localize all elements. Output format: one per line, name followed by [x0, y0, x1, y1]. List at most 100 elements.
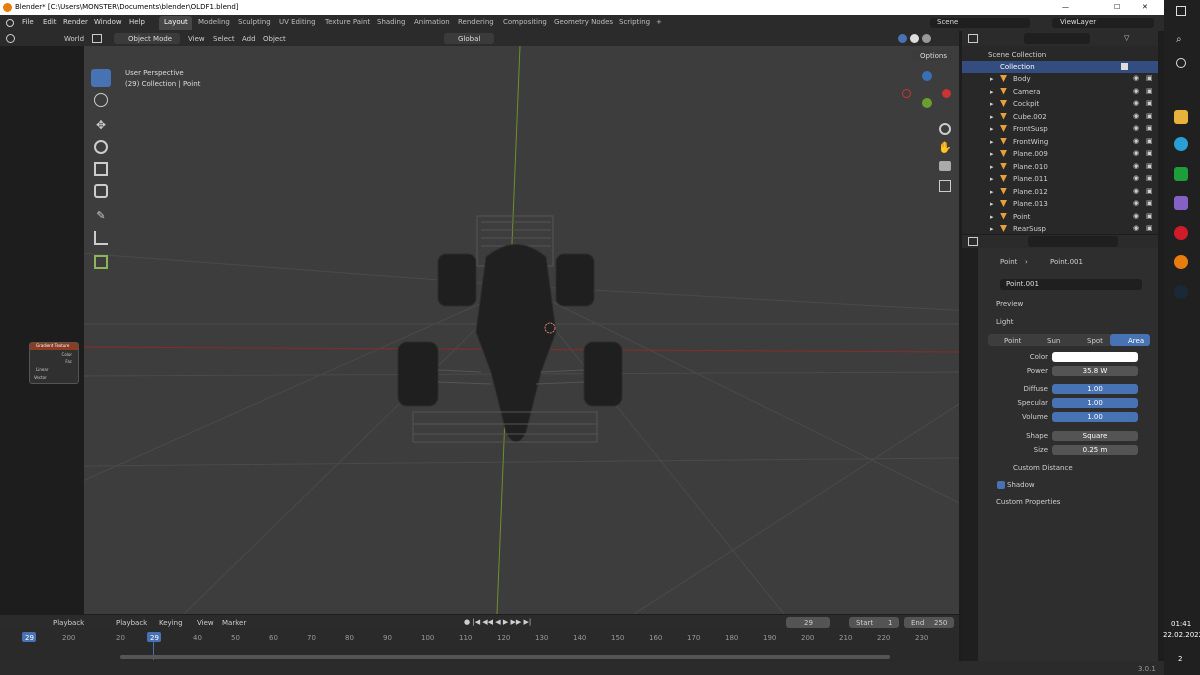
- outliner-item[interactable]: ▸ Cube.002 ◉ ▣: [962, 111, 1158, 123]
- menu-marker[interactable]: Marker: [222, 619, 246, 627]
- tool-cursor-icon[interactable]: [94, 93, 108, 107]
- menu-window[interactable]: Window: [94, 18, 122, 26]
- tab-compositing[interactable]: Compositing: [503, 18, 547, 26]
- outliner-editor-icon[interactable]: [968, 34, 978, 43]
- outliner-item[interactable]: ▸ Point ◉ ▣: [962, 211, 1158, 223]
- blender-menu-icon[interactable]: [6, 19, 14, 27]
- render-camera-icon[interactable]: ▣: [1146, 162, 1153, 170]
- render-camera-icon[interactable]: ▣: [1146, 187, 1153, 195]
- menu-help[interactable]: Help: [129, 18, 145, 26]
- expand-arrow-icon[interactable]: ▸: [990, 100, 994, 108]
- maximize-button[interactable]: ☐: [1114, 3, 1120, 11]
- expand-arrow-icon[interactable]: ▸: [990, 163, 994, 171]
- expand-arrow-icon[interactable]: ▸: [990, 200, 994, 208]
- outliner-item[interactable]: ▸ Body ◉ ▣: [962, 73, 1158, 85]
- render-camera-icon[interactable]: ▣: [1146, 174, 1153, 182]
- taskbar-search-icon[interactable]: ⌕: [1176, 34, 1182, 45]
- taskview-icon[interactable]: [1176, 58, 1186, 68]
- expand-arrow-icon[interactable]: ▸: [990, 188, 994, 196]
- render-camera-icon[interactable]: ▣: [1146, 112, 1153, 120]
- properties-editor-icon[interactable]: [968, 237, 978, 246]
- outliner-item[interactable]: ▸ Camera ◉ ▣: [962, 86, 1158, 98]
- visibility-eye-icon[interactable]: ◉: [1133, 162, 1139, 170]
- light-type-sun[interactable]: Sun: [1047, 337, 1060, 345]
- filter-icon[interactable]: ▽: [1124, 34, 1129, 42]
- tab-rendering[interactable]: Rendering: [458, 18, 494, 26]
- camera-view-icon[interactable]: [939, 161, 951, 171]
- tool-transform-icon[interactable]: [94, 184, 108, 198]
- file-explorer-icon[interactable]: [1174, 110, 1188, 124]
- render-camera-icon[interactable]: ▣: [1146, 212, 1153, 220]
- collection-checkbox-icon[interactable]: [1121, 63, 1128, 70]
- tool-annotate-icon[interactable]: ✎: [94, 209, 108, 223]
- timeline-scrollbar[interactable]: [120, 655, 890, 659]
- expand-arrow-icon[interactable]: ▸: [990, 175, 994, 183]
- visibility-eye-icon[interactable]: ◉: [1133, 199, 1139, 207]
- prop-field-shape[interactable]: Square: [1052, 431, 1138, 441]
- outliner-item[interactable]: ▸ Cockpit ◉ ▣: [962, 98, 1158, 110]
- outliner-scene-collection[interactable]: Scene Collection: [962, 49, 1158, 61]
- expand-arrow-icon[interactable]: ▸: [990, 213, 994, 221]
- gizmo-x-icon[interactable]: [902, 89, 911, 98]
- visibility-eye-icon[interactable]: ◉: [1133, 87, 1139, 95]
- menu-edit[interactable]: Edit: [43, 18, 57, 26]
- tool-add-cube-icon[interactable]: [94, 255, 108, 269]
- expand-arrow-icon[interactable]: ▸: [990, 225, 994, 233]
- visibility-eye-icon[interactable]: ◉: [1133, 112, 1139, 120]
- render-camera-icon[interactable]: ▣: [1146, 124, 1153, 132]
- viewport-editor-icon[interactable]: [92, 34, 102, 43]
- tool-scale-icon[interactable]: [94, 162, 108, 176]
- edge-icon[interactable]: [1174, 137, 1188, 151]
- section-shadow[interactable]: Shadow: [1007, 481, 1035, 489]
- outliner-search-input[interactable]: [1024, 33, 1090, 44]
- shading-solid-icon[interactable]: [898, 34, 907, 43]
- section-preview[interactable]: Preview: [996, 300, 1023, 308]
- light-type-point[interactable]: Point: [1004, 337, 1021, 345]
- tab-texture-paint[interactable]: Texture Paint: [325, 18, 370, 26]
- visibility-eye-icon[interactable]: ◉: [1133, 74, 1139, 82]
- gizmo-z-icon[interactable]: [922, 71, 932, 81]
- tab-layout[interactable]: Layout: [164, 18, 188, 26]
- expand-arrow-icon[interactable]: ▸: [990, 138, 994, 146]
- node-dropdown[interactable]: Linear: [36, 367, 48, 372]
- viewport[interactable]: User Perspective (29) Collection | Point…: [84, 46, 959, 614]
- visual-studio-icon[interactable]: [1174, 196, 1188, 210]
- render-camera-icon[interactable]: ▣: [1146, 99, 1153, 107]
- clock-date[interactable]: 22.02.2022: [1163, 631, 1200, 639]
- opera-icon[interactable]: [1174, 226, 1188, 240]
- menu-view[interactable]: View: [188, 35, 205, 43]
- minimize-button[interactable]: —: [1062, 3, 1069, 11]
- visibility-eye-icon[interactable]: ◉: [1133, 99, 1139, 107]
- visibility-eye-icon[interactable]: ◉: [1133, 149, 1139, 157]
- steam-icon[interactable]: [1174, 285, 1188, 299]
- tab-animation[interactable]: Animation: [414, 18, 450, 26]
- light-type-area[interactable]: Area: [1128, 337, 1144, 345]
- tab-sculpting[interactable]: Sculpting: [238, 18, 271, 26]
- notification-icon[interactable]: 2: [1178, 655, 1182, 663]
- section-custom-properties[interactable]: Custom Properties: [996, 498, 1060, 506]
- expand-arrow-icon[interactable]: ▸: [990, 150, 994, 158]
- outliner-item[interactable]: ▸ FrontWing ◉ ▣: [962, 136, 1158, 148]
- outliner-item[interactable]: ▸ Plane.010 ◉ ▣: [962, 161, 1158, 173]
- section-custom-distance[interactable]: Custom Distance: [1013, 464, 1073, 472]
- render-camera-icon[interactable]: ▣: [1146, 149, 1153, 157]
- render-camera-icon[interactable]: ▣: [1146, 87, 1153, 95]
- ortho-grid-icon[interactable]: [939, 180, 951, 192]
- prop-field-volume[interactable]: 1.00: [1052, 412, 1138, 422]
- visibility-eye-icon[interactable]: ◉: [1133, 124, 1139, 132]
- shading-material-icon[interactable]: [910, 34, 919, 43]
- world-label[interactable]: World: [64, 35, 84, 43]
- shading-rendered-icon[interactable]: [922, 34, 931, 43]
- shadow-checkbox-icon[interactable]: [997, 481, 1005, 489]
- prop-field-power[interactable]: 35.8 W: [1052, 366, 1138, 376]
- prop-field-diffuse[interactable]: 1.00: [1052, 384, 1138, 394]
- outliner-item[interactable]: ▸ Plane.011 ◉ ▣: [962, 173, 1158, 185]
- expand-arrow-icon[interactable]: ▸: [990, 75, 994, 83]
- close-button[interactable]: ✕: [1142, 3, 1148, 11]
- menu-add[interactable]: Add: [242, 35, 256, 43]
- menu-object[interactable]: Object: [263, 35, 286, 43]
- expand-arrow-icon[interactable]: ▸: [990, 125, 994, 133]
- render-camera-icon[interactable]: ▣: [1146, 137, 1153, 145]
- light-type-spot[interactable]: Spot: [1087, 337, 1103, 345]
- prop-field-color[interactable]: [1052, 352, 1138, 362]
